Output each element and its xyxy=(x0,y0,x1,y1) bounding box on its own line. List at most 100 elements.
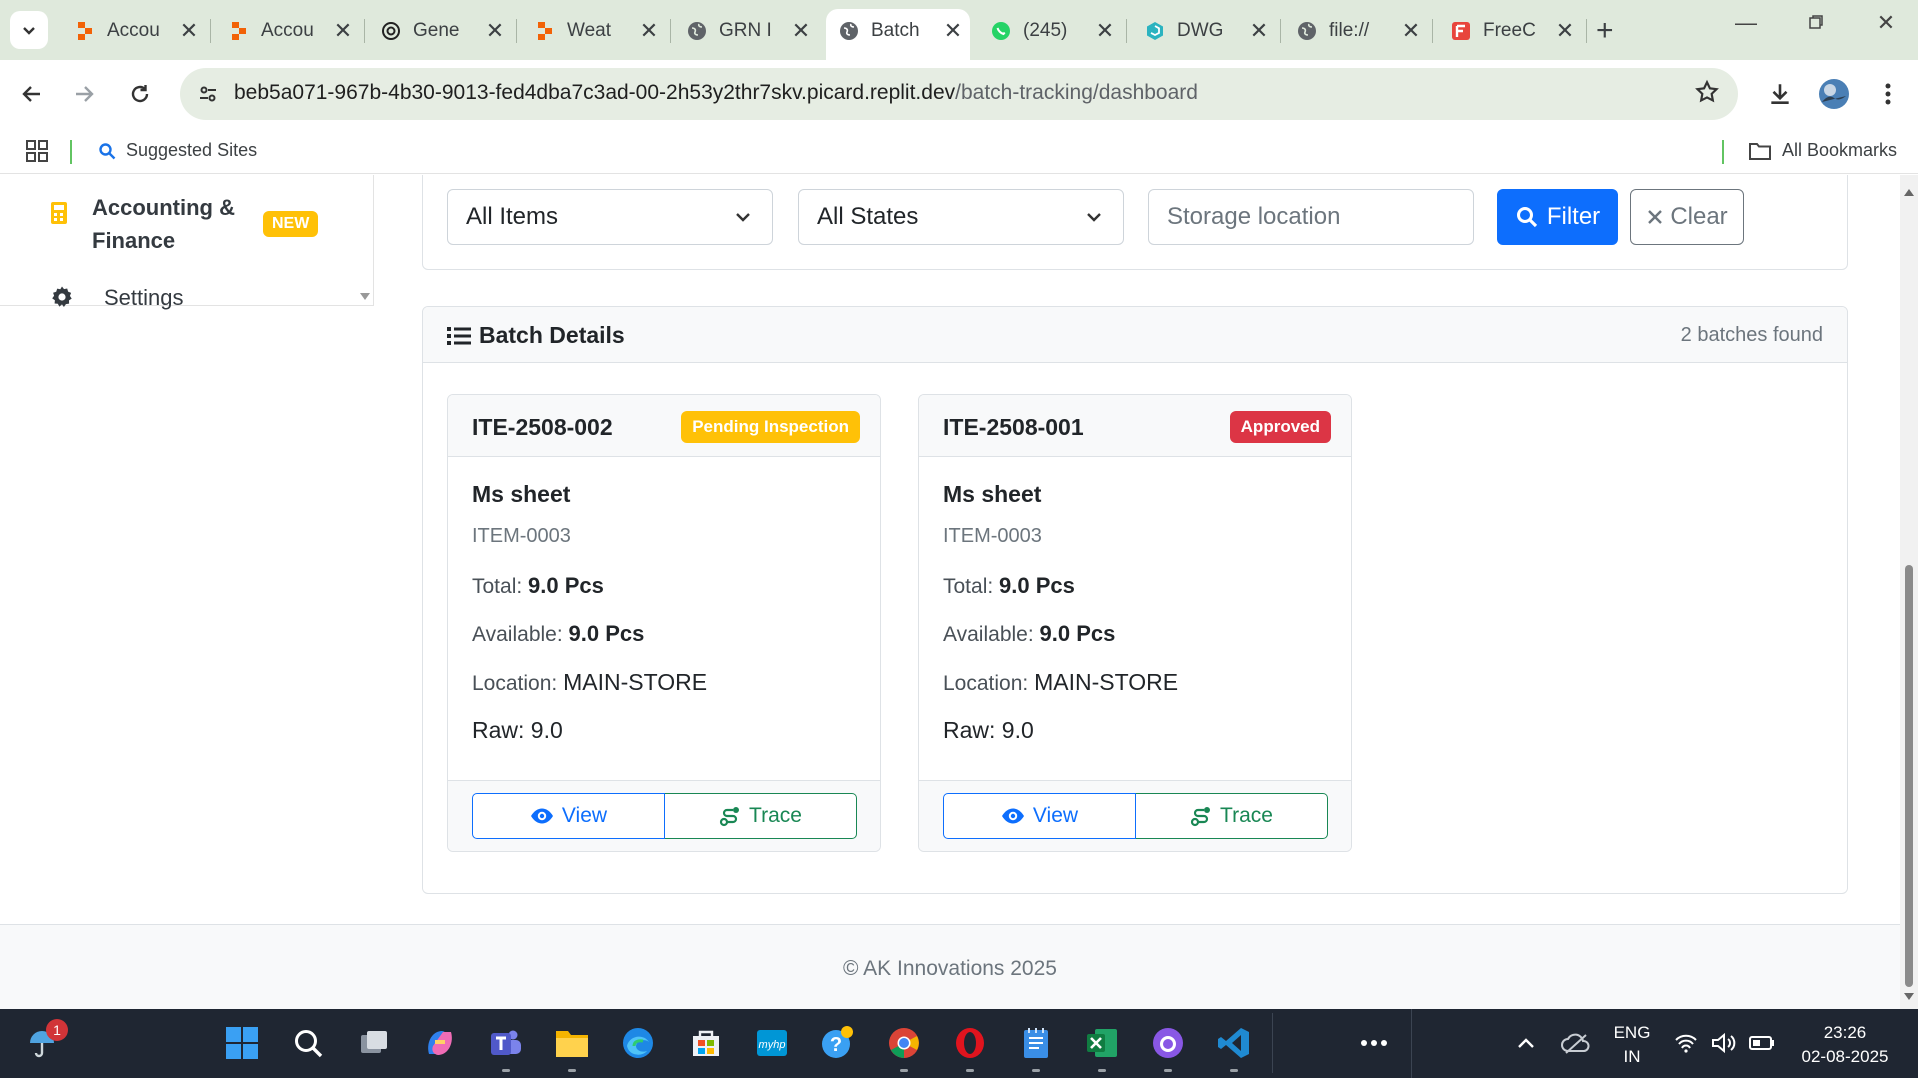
tab-dwg[interactable]: DWG ✕ xyxy=(1144,12,1278,50)
tab-title: Gene xyxy=(413,20,460,41)
taskbar-search-icon[interactable] xyxy=(288,1023,328,1063)
minimize-icon[interactable]: — xyxy=(1726,10,1766,36)
close-tab-icon[interactable]: ✕ xyxy=(1246,18,1272,44)
windows-start-icon[interactable] xyxy=(222,1023,262,1063)
chrome-icon[interactable] xyxy=(884,1023,924,1063)
page-content: Accounting & Finance NEW Settings All It… xyxy=(0,175,1918,1009)
tab-grn[interactable]: GRN I ✕ xyxy=(686,12,820,50)
tab-accounting-1[interactable]: Accou ✕ xyxy=(74,12,208,50)
tab-title: file:// xyxy=(1329,20,1370,41)
available-value: 9.0 Pcs xyxy=(568,621,645,646)
sidebar-scroll-down-icon[interactable] xyxy=(360,293,370,300)
battery-icon[interactable] xyxy=(1742,1023,1782,1063)
volume-icon[interactable] xyxy=(1704,1023,1744,1063)
url-text[interactable]: beb5a071-967b-4b30-9013-fed4dba7c3ad-00-… xyxy=(234,81,1198,105)
tab-separator xyxy=(1126,19,1127,43)
excel-icon[interactable] xyxy=(1082,1023,1122,1063)
file-explorer-icon[interactable] xyxy=(552,1023,592,1063)
close-tab-icon[interactable]: ✕ xyxy=(330,18,356,44)
tab-whatsapp[interactable]: (245) ✕ xyxy=(990,12,1124,50)
search-icon xyxy=(99,142,116,159)
address-bar[interactable]: beb5a071-967b-4b30-9013-fed4dba7c3ad-00-… xyxy=(180,68,1738,120)
chevron-up-icon[interactable] xyxy=(1506,1023,1546,1063)
restore-icon[interactable] xyxy=(1796,10,1836,36)
batch-actions: View Trace xyxy=(472,793,857,839)
site-info-icon[interactable] xyxy=(190,76,226,112)
more-apps-icon[interactable] xyxy=(1354,1023,1394,1063)
notepad-icon[interactable] xyxy=(1016,1023,1056,1063)
scroll-down-icon[interactable] xyxy=(1904,993,1914,1000)
close-tab-icon[interactable]: ✕ xyxy=(1552,18,1578,44)
bookmark-star-icon[interactable] xyxy=(1694,79,1720,110)
teams-icon[interactable] xyxy=(486,1023,526,1063)
scroll-up-icon[interactable] xyxy=(1904,189,1914,196)
tab-search-button[interactable] xyxy=(10,11,48,49)
tab-general[interactable]: Gene ✕ xyxy=(380,12,514,50)
available-quantity: Available: 9.0 Pcs xyxy=(943,621,1115,647)
reload-button[interactable] xyxy=(122,76,158,112)
item-select[interactable]: All Items xyxy=(447,189,773,245)
task-view-icon[interactable] xyxy=(354,1023,394,1063)
trace-button[interactable]: Trace xyxy=(1136,793,1328,839)
scrollbar-thumb[interactable] xyxy=(1905,565,1913,987)
tab-title: Accou xyxy=(107,20,160,41)
trace-button[interactable]: Trace xyxy=(665,793,857,839)
trace-button-label: Trace xyxy=(1220,804,1273,827)
close-tab-icon[interactable]: ✕ xyxy=(940,18,966,44)
page-scrollbar[interactable] xyxy=(1900,175,1918,1009)
download-icon xyxy=(1771,84,1789,104)
sidebar-item-accounting[interactable]: Accounting & Finance xyxy=(50,191,235,257)
downloads-button[interactable] xyxy=(1762,76,1798,112)
filter-button[interactable]: Filter xyxy=(1497,189,1618,245)
menu-kebab-icon[interactable] xyxy=(1870,76,1906,112)
batch-details-card: Batch Details 2 batches found ITE-2508-0… xyxy=(422,306,1848,894)
close-window-icon[interactable]: ✕ xyxy=(1866,10,1906,36)
state-select[interactable]: All States xyxy=(798,189,1124,245)
language-indicator[interactable]: ENG xyxy=(1610,1023,1654,1043)
tab-weather[interactable]: Weat ✕ xyxy=(534,12,668,50)
edge-icon[interactable] xyxy=(618,1023,658,1063)
all-bookmarks-button[interactable]: All Bookmarks xyxy=(1748,140,1897,161)
myhp-icon[interactable]: myhp xyxy=(752,1023,792,1063)
tab-freecad[interactable]: FreeC ✕ xyxy=(1450,12,1584,50)
tab-title: Accou xyxy=(261,20,314,41)
browser-tab-strip: Accou ✕ Accou ✕ Gene ✕ Weat ✕ GRN I ✕ Ba… xyxy=(0,0,1918,60)
clear-button[interactable]: Clear xyxy=(1630,189,1744,245)
forward-button[interactable] xyxy=(66,76,102,112)
close-tab-icon[interactable]: ✕ xyxy=(636,18,662,44)
close-tab-icon[interactable]: ✕ xyxy=(788,18,814,44)
new-tab-button[interactable]: + xyxy=(1596,14,1614,48)
microsoft-store-icon[interactable] xyxy=(686,1023,726,1063)
profile-avatar[interactable] xyxy=(1816,76,1852,112)
apps-grid-icon[interactable] xyxy=(26,140,48,167)
sidebar-item-label: Finance xyxy=(92,228,176,253)
copilot-icon[interactable] xyxy=(420,1023,460,1063)
available-label: Available: xyxy=(943,623,1034,646)
back-button[interactable] xyxy=(14,76,50,112)
wifi-icon[interactable] xyxy=(1666,1023,1706,1063)
github-desktop-icon[interactable] xyxy=(1148,1023,1188,1063)
close-tab-icon[interactable]: ✕ xyxy=(482,18,508,44)
opera-icon[interactable] xyxy=(950,1023,990,1063)
view-button[interactable]: View xyxy=(943,793,1136,839)
get-help-icon[interactable]: ? xyxy=(818,1023,858,1063)
whatsapp-icon xyxy=(990,20,1012,42)
close-tab-icon[interactable]: ✕ xyxy=(1398,18,1424,44)
bookmark-suggested-sites[interactable]: Suggested Sites xyxy=(98,140,257,161)
close-tab-icon[interactable]: ✕ xyxy=(1092,18,1118,44)
available-value: 9.0 Pcs xyxy=(1039,621,1116,646)
sidebar-item-settings[interactable]: Settings xyxy=(50,285,184,311)
batch-card-footer: View Trace xyxy=(919,780,1351,851)
close-tab-icon[interactable]: ✕ xyxy=(176,18,202,44)
tab-accounting-2[interactable]: Accou ✕ xyxy=(228,12,362,50)
raw-value: Raw: 9.0 xyxy=(472,717,563,744)
vscode-icon[interactable] xyxy=(1214,1023,1254,1063)
batch-card-footer: View Trace xyxy=(448,780,880,851)
onedrive-icon[interactable] xyxy=(1556,1023,1596,1063)
bookmark-divider xyxy=(1722,140,1724,164)
clock-time[interactable]: 23:26 xyxy=(1790,1023,1900,1043)
storage-location-input[interactable] xyxy=(1148,189,1474,245)
tab-file[interactable]: file:// ✕ xyxy=(1296,12,1430,50)
tab-batch-active[interactable]: Batch ✕ xyxy=(838,12,972,50)
view-button[interactable]: View xyxy=(472,793,665,839)
